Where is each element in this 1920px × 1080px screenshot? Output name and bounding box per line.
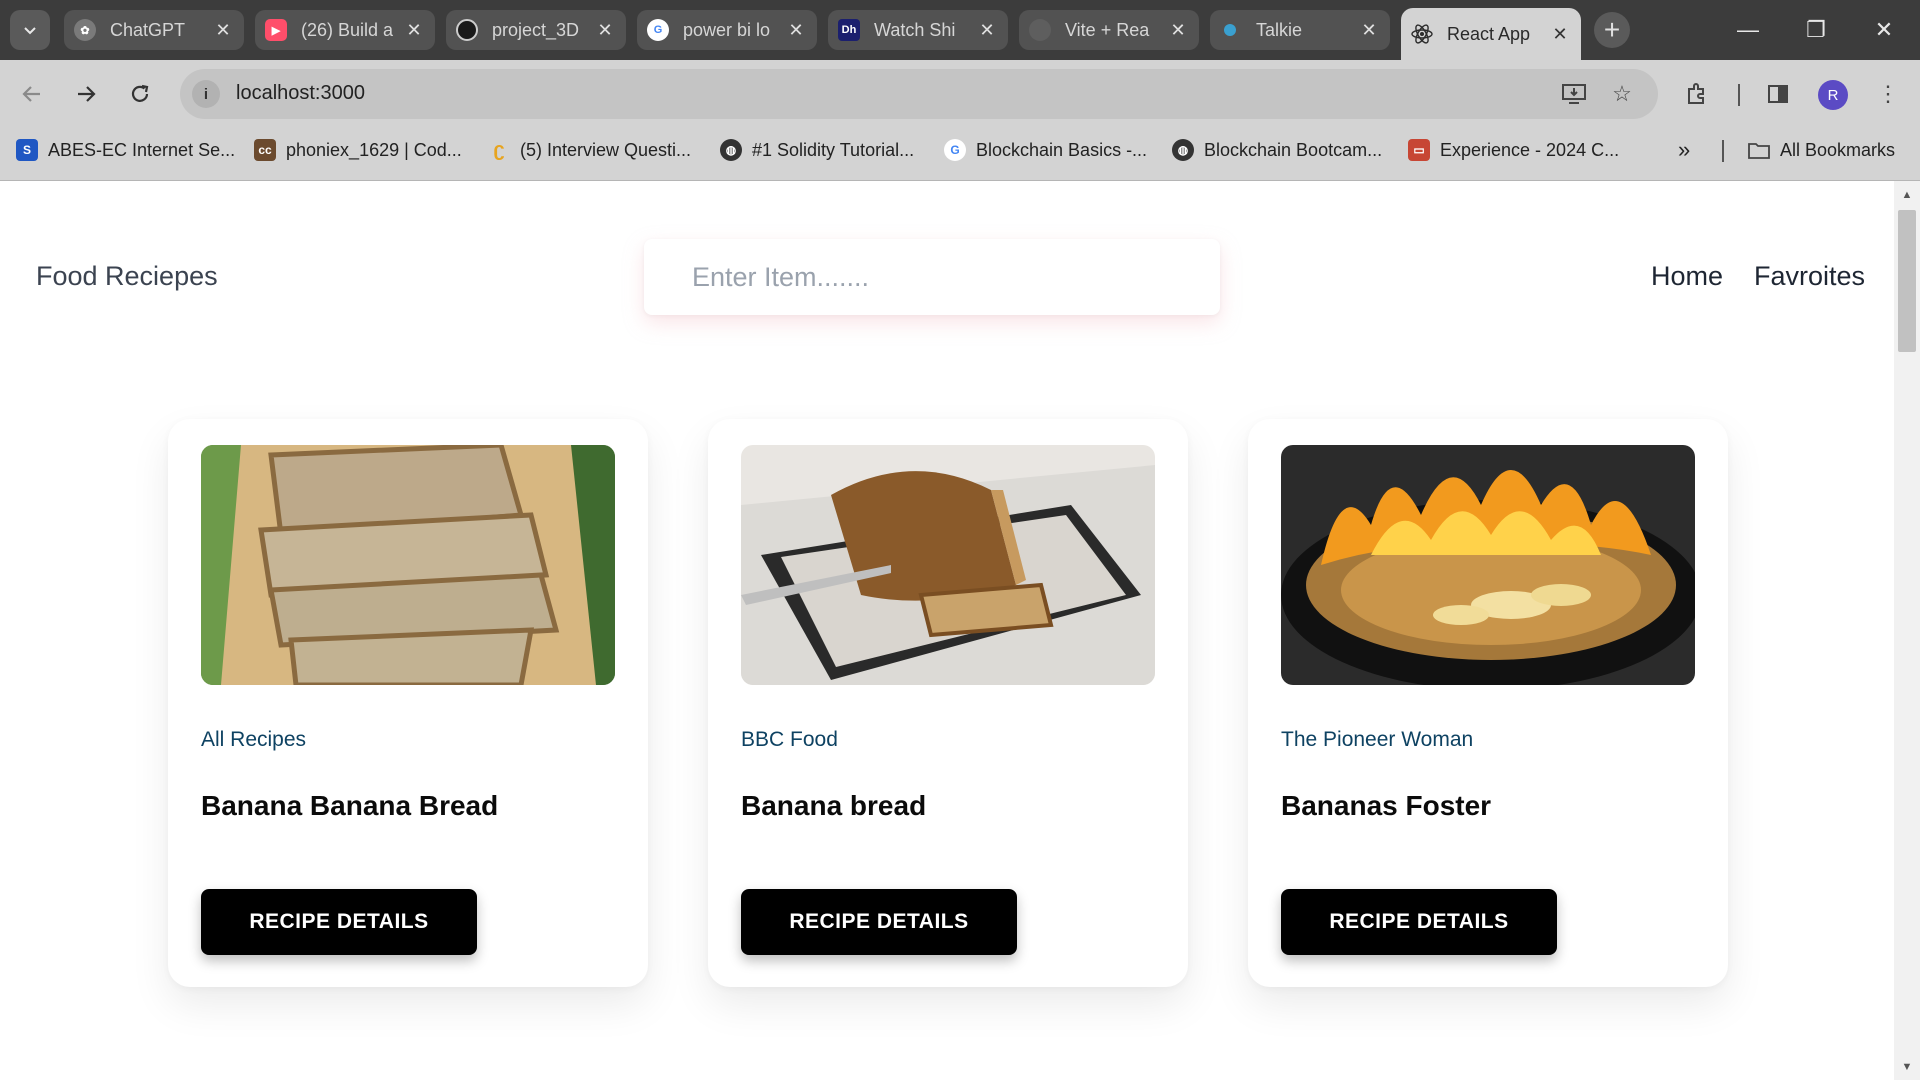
close-tab-icon[interactable]: ✕	[1167, 20, 1189, 41]
folder-icon	[1748, 139, 1770, 161]
youtube-icon: ▶	[265, 19, 287, 41]
double-chevron-icon: »	[1678, 137, 1691, 162]
github-icon	[456, 19, 478, 41]
brand-title[interactable]: Food Reciepes	[36, 261, 218, 292]
recipe-title: Bananas Foster	[1281, 790, 1492, 821]
bookmark-item[interactable]: S ABES-EC Internet Se...	[16, 137, 235, 163]
vite-icon	[1029, 19, 1051, 41]
profile-avatar[interactable]: R	[1818, 80, 1848, 110]
reload-button[interactable]	[122, 76, 158, 112]
s-icon: S	[16, 139, 38, 161]
flaming-skillet-photo	[1281, 445, 1695, 685]
side-panel-icon[interactable]	[1762, 78, 1794, 110]
browser-tab[interactable]: ✿ ChatGPT ✕	[64, 10, 244, 50]
recipe-details-button[interactable]: RECIPE DETAILS	[201, 889, 477, 955]
browser-tab[interactable]: G power bi lo ✕	[637, 10, 817, 50]
minimize-button[interactable]: —	[1714, 0, 1782, 60]
star-bookmark-icon[interactable]: ☆	[1606, 78, 1638, 110]
bookmark-item[interactable]: ◍ #1 Solidity Tutorial...	[720, 137, 914, 163]
sliced-banana-bread-photo	[201, 445, 615, 685]
restore-button[interactable]: ❐	[1782, 0, 1850, 60]
browser-tab[interactable]: ▶ (26) Build a ✕	[255, 10, 435, 50]
new-tab-button[interactable]: +	[1594, 12, 1630, 48]
browser-tab-strip: ✿ ChatGPT ✕ ▶ (26) Build a ✕ project_3D …	[0, 0, 1920, 60]
close-tab-icon[interactable]: ✕	[403, 20, 425, 41]
more-menu-icon[interactable]: ⋮	[1872, 78, 1904, 110]
google-icon: G	[944, 139, 966, 161]
recipe-card: BBC Food Banana bread RECIPE DETAILS	[708, 419, 1188, 987]
search-box	[644, 239, 1220, 315]
close-tab-icon[interactable]: ✕	[594, 20, 616, 41]
banana-bread-loaf-photo	[741, 445, 1155, 685]
close-icon: ✕	[1874, 17, 1894, 42]
recipe-title: Banana Banana Bread	[201, 790, 499, 821]
plus-icon: +	[1603, 14, 1621, 45]
bookmark-divider	[1722, 140, 1724, 162]
recipe-publisher: The Pioneer Woman	[1281, 728, 1474, 751]
browser-tab[interactable]: Vite + Rea ✕	[1019, 10, 1199, 50]
chevron-down-icon	[24, 27, 36, 35]
recipe-details-button[interactable]: RECIPE DETAILS	[1281, 889, 1557, 955]
bookmark-item[interactable]: ▭ Experience - 2024 C...	[1408, 137, 1619, 163]
close-tab-icon[interactable]: ✕	[976, 20, 998, 41]
scroll-down-icon[interactable]: ▼	[1898, 1058, 1916, 1076]
recipe-publisher: All Recipes	[201, 728, 307, 751]
forward-button[interactable]	[68, 76, 104, 112]
toolbar-divider	[1738, 84, 1740, 106]
bookmarks-overflow-button[interactable]: »	[1678, 137, 1690, 163]
back-button[interactable]	[14, 76, 50, 112]
scroll-up-icon[interactable]: ▲	[1898, 186, 1916, 204]
url-text[interactable]: localhost:3000	[236, 82, 365, 105]
recipe-card: The Pioneer Woman Bananas Foster RECIPE …	[1248, 419, 1728, 987]
page-content: Food Reciepes Home Favroites All Recipes…	[0, 181, 1894, 1080]
bookmark-item[interactable]: G Blockchain Basics -...	[944, 137, 1147, 163]
tab-search-button[interactable]	[10, 10, 50, 50]
globe-icon: ◍	[720, 139, 742, 161]
browser-tab-active[interactable]: React App ✕	[1401, 8, 1581, 60]
nav-favorites-link[interactable]: Favroites	[1754, 261, 1865, 292]
react-icon	[1411, 23, 1433, 45]
close-tab-icon[interactable]: ✕	[1549, 24, 1571, 45]
close-tab-icon[interactable]: ✕	[1358, 20, 1380, 41]
oracle-icon: ▭	[1408, 139, 1430, 161]
reload-icon	[131, 84, 149, 102]
google-icon: G	[647, 19, 669, 41]
globe-icon: ◍	[1172, 139, 1194, 161]
recipe-publisher: BBC Food	[741, 728, 838, 751]
dh-icon: Dh	[838, 19, 860, 41]
browser-tab[interactable]: project_3D ✕	[446, 10, 626, 50]
minimize-icon: —	[1737, 17, 1759, 42]
browser-tab[interactable]: Talkie ✕	[1210, 10, 1390, 50]
install-app-icon[interactable]	[1558, 78, 1590, 110]
site-info-icon[interactable]: i	[192, 80, 220, 108]
arrow-right-icon	[78, 86, 96, 102]
nav-home-link[interactable]: Home	[1651, 261, 1723, 292]
bookmark-item[interactable]: cc phoniex_1629 | Cod...	[254, 137, 462, 163]
close-tab-icon[interactable]: ✕	[212, 20, 234, 41]
arrow-left-icon	[22, 86, 40, 102]
search-input[interactable]	[644, 239, 1220, 315]
close-window-button[interactable]: ✕	[1850, 0, 1918, 60]
browser-tab[interactable]: Dh Watch Shi ✕	[828, 10, 1008, 50]
recipe-title: Banana bread	[741, 790, 927, 821]
bookmark-item[interactable]: ʗ (5) Interview Questi...	[488, 137, 691, 163]
extensions-icon[interactable]	[1680, 78, 1712, 110]
scrollbar-thumb[interactable]	[1898, 210, 1916, 352]
recipe-details-button[interactable]: RECIPE DETAILS	[741, 889, 1017, 955]
all-bookmarks-button[interactable]: All Bookmarks	[1748, 137, 1895, 163]
recipe-card: All Recipes Banana Banana Bread RECIPE D…	[168, 419, 648, 987]
address-bar[interactable]	[180, 69, 1658, 119]
close-tab-icon[interactable]: ✕	[785, 20, 807, 41]
chatgpt-icon: ✿	[74, 19, 96, 41]
leetcode-icon: ʗ	[493, 138, 505, 161]
talkie-icon	[1224, 24, 1236, 36]
bookmark-item[interactable]: ◍ Blockchain Bootcam...	[1172, 137, 1382, 163]
codechef-icon: cc	[254, 139, 276, 161]
restore-icon: ❐	[1806, 17, 1826, 42]
